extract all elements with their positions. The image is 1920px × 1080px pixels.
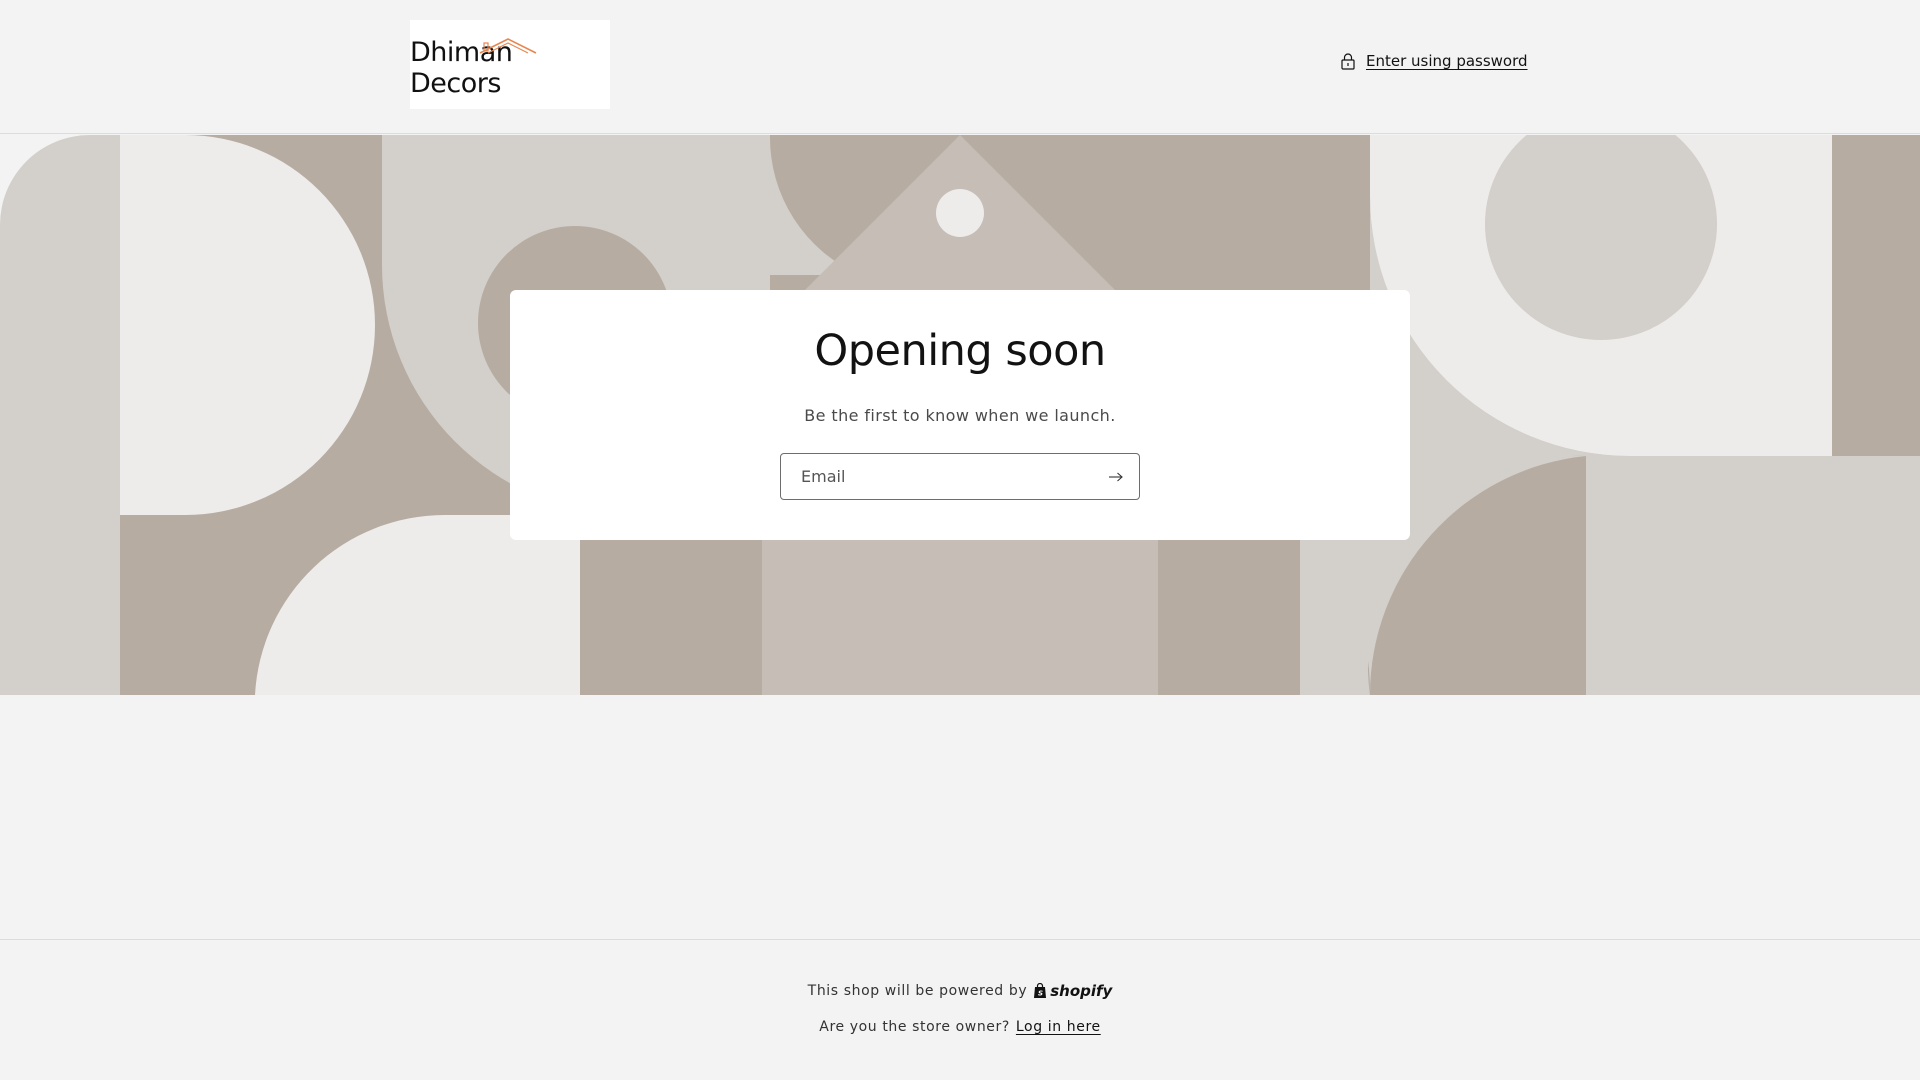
enter-password-link[interactable]: Enter using password [1340, 52, 1528, 70]
site-header: Dhiman Decors Enter using password [0, 0, 1920, 134]
owner-row: Are you the store owner? Log in here [0, 1019, 1920, 1035]
page-subtitle: Be the first to know when we launch. [804, 406, 1116, 425]
page-title: Opening soon [814, 326, 1106, 376]
email-field [780, 453, 1140, 500]
house-roof-icon [479, 38, 537, 54]
arrow-right-icon [1109, 472, 1123, 481]
enter-password-label[interactable]: Enter using password [1366, 52, 1528, 70]
shopify-wordmark: shopify [1050, 982, 1113, 1000]
powered-by-text: This shop will be powered by [807, 983, 1028, 999]
email-input[interactable] [781, 454, 1091, 499]
subscribe-button[interactable] [1093, 454, 1139, 499]
lock-icon [1341, 53, 1355, 70]
shopify-logo[interactable]: S shopify [1033, 982, 1112, 1000]
svg-text:S: S [1038, 990, 1043, 998]
newsletter-card: Opening soon Be the first to know when w… [510, 290, 1410, 540]
store-logo[interactable]: Dhiman Decors [410, 20, 610, 109]
shopify-bag-icon: S [1034, 983, 1047, 998]
site-footer: This shop will be powered by S shopify A… [0, 939, 1920, 1080]
owner-question: Are you the store owner? [819, 1019, 1010, 1035]
login-link[interactable]: Log in here [1016, 1019, 1101, 1035]
powered-by-row: This shop will be powered by S shopify [0, 982, 1920, 1000]
